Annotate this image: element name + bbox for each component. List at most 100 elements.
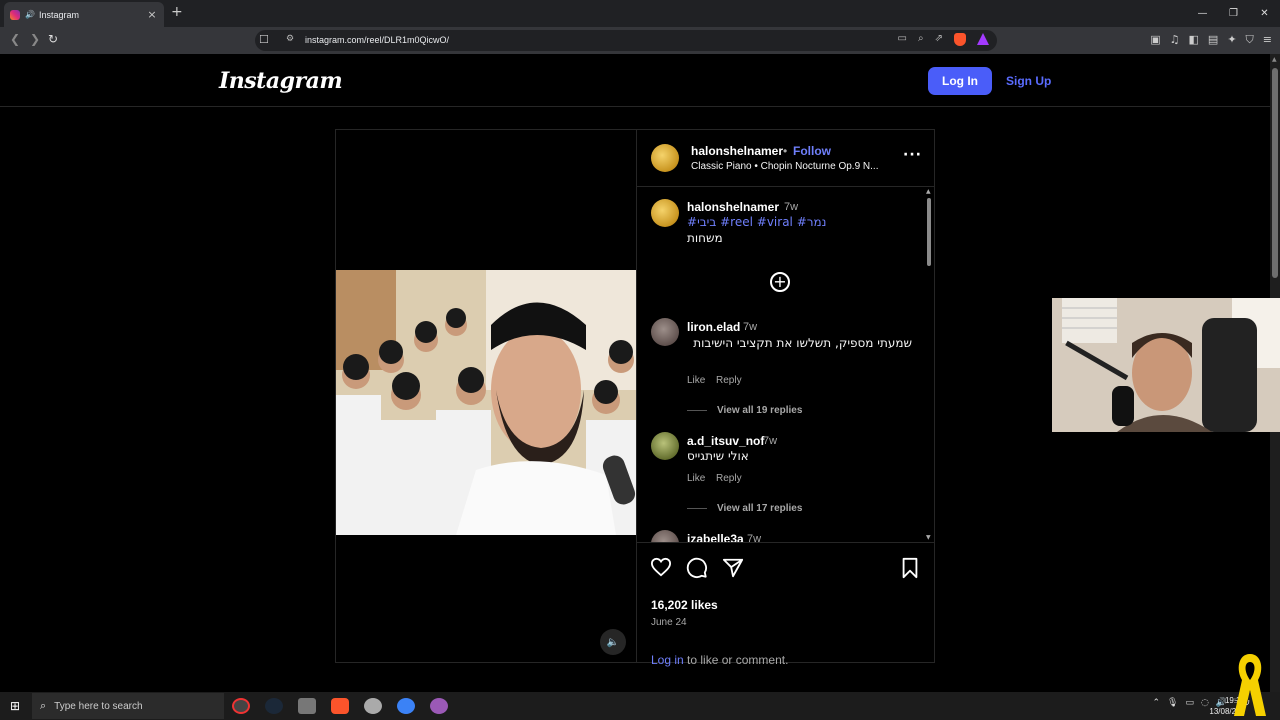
follow-button[interactable]: Follow bbox=[793, 144, 831, 158]
caption-time: 7w bbox=[784, 201, 799, 213]
speaker-icon[interactable]: 🔊 bbox=[25, 10, 35, 19]
comment-avatar[interactable] bbox=[651, 318, 679, 346]
media-icon[interactable]: ♫ bbox=[1170, 33, 1180, 47]
taskbar-search[interactable]: ⌕ Type here to search bbox=[32, 693, 224, 719]
author-username[interactable]: halonshelnamer bbox=[691, 144, 783, 158]
comment-time: 7w bbox=[763, 435, 778, 447]
browser-toolbar: ❮ ❯ ↻ ☐ ⚙ instagram.com/reel/DLR1m0QicwO… bbox=[0, 27, 1280, 54]
comment-avatar[interactable] bbox=[651, 432, 679, 460]
app-icon[interactable] bbox=[364, 698, 382, 714]
comment-icon[interactable] bbox=[686, 557, 708, 579]
view-replies-button[interactable]: View all 17 replies bbox=[717, 503, 802, 514]
comment-like-button[interactable]: Like bbox=[687, 375, 705, 386]
steam-app-icon[interactable] bbox=[265, 698, 283, 714]
load-more-comments-icon[interactable]: + bbox=[770, 272, 790, 292]
post-header: halonshelnamer • Follow Classic Piano • … bbox=[637, 130, 935, 187]
windows-start-icon[interactable]: ⊞ bbox=[10, 699, 20, 713]
menu-icon[interactable]: ≡ bbox=[1263, 33, 1272, 47]
share-icon[interactable] bbox=[722, 557, 744, 579]
bookmark-icon[interactable] bbox=[900, 557, 920, 579]
network-icon[interactable]: ◌ bbox=[1201, 698, 1209, 708]
scroll-down-arrow-icon[interactable]: ▼ bbox=[926, 534, 931, 541]
site-info-icon[interactable]: ⚙ bbox=[286, 34, 294, 44]
share-icon[interactable]: ⇗ bbox=[935, 33, 943, 46]
page-scroll-thumb[interactable] bbox=[1272, 68, 1278, 278]
replies-divider bbox=[687, 410, 707, 411]
search-icon: ⌕ bbox=[40, 699, 47, 712]
bookmark-icon[interactable]: ☐ bbox=[259, 33, 269, 46]
audio-track[interactable]: Classic Piano • Chopin Nocturne Op.9 N..… bbox=[691, 161, 891, 172]
comment-text: שמעתי מספיק, תשלשו את תקציבי הישיבות bbox=[693, 336, 912, 350]
discord-app-icon[interactable] bbox=[430, 698, 448, 714]
comment-text: אולי שיתגייס bbox=[687, 449, 749, 463]
comments-scroll-thumb[interactable] bbox=[927, 198, 931, 266]
zoom-icon[interactable]: ⌕ bbox=[918, 33, 924, 46]
likes-count[interactable]: 16,202 likes bbox=[651, 598, 718, 612]
page-scroll-up-icon[interactable]: ▲ bbox=[1272, 56, 1277, 63]
app-icon[interactable] bbox=[298, 698, 316, 714]
author-avatar[interactable] bbox=[651, 144, 679, 172]
reload-button[interactable]: ↻ bbox=[48, 32, 58, 46]
login-prompt-text: to like or comment. bbox=[683, 653, 789, 667]
url-text[interactable]: instagram.com/reel/DLR1m0QicwO/ bbox=[305, 35, 449, 45]
heart-icon[interactable] bbox=[650, 557, 672, 577]
microphone-icon[interactable]: 🎙 bbox=[1167, 698, 1178, 708]
video-frame[interactable] bbox=[336, 270, 636, 535]
webcam-overlay bbox=[1052, 298, 1280, 432]
comment-username[interactable]: izabelle3a bbox=[687, 532, 744, 542]
comment-reply-button[interactable]: Reply bbox=[716, 473, 742, 484]
cast-icon[interactable]: ▭ bbox=[898, 33, 907, 46]
caption-avatar[interactable] bbox=[651, 199, 679, 227]
post-side-panel: halonshelnamer • Follow Classic Piano • … bbox=[636, 130, 935, 667]
separator-dot: • bbox=[783, 144, 788, 158]
wallet-icon[interactable]: ▤ bbox=[1208, 33, 1218, 47]
comments-scrollbar[interactable]: ▲ ▼ bbox=[925, 188, 933, 542]
comment-reply-button[interactable]: Reply bbox=[716, 375, 742, 386]
minimize-button[interactable]: — bbox=[1187, 0, 1218, 27]
address-bar[interactable]: ☐ ⚙ instagram.com/reel/DLR1m0QicwO/ ▭ ⌕ … bbox=[255, 30, 997, 51]
forward-button[interactable]: ❯ bbox=[30, 32, 40, 46]
brave-rewards-icon[interactable] bbox=[977, 33, 989, 45]
window-controls: — ❐ ✕ bbox=[1187, 0, 1280, 27]
login-button[interactable]: Log In bbox=[928, 67, 992, 95]
tab-title: Instagram bbox=[38, 9, 79, 20]
display-icon[interactable]: ▭ bbox=[1185, 698, 1194, 708]
yellow-ribbon-icon bbox=[1234, 654, 1266, 716]
comment-avatar[interactable] bbox=[651, 530, 679, 542]
view-replies-button[interactable]: View all 19 replies bbox=[717, 405, 802, 416]
caption-text: משחות bbox=[687, 231, 723, 245]
comment-like-button[interactable]: Like bbox=[687, 473, 705, 484]
back-button[interactable]: ❮ bbox=[10, 32, 20, 46]
brave-shield-icon[interactable] bbox=[954, 33, 966, 46]
comment-username[interactable]: liron.elad bbox=[687, 320, 740, 334]
leo-ai-icon[interactable]: ✦ bbox=[1227, 33, 1236, 47]
comments-list[interactable]: halonshelnamer 7w #ביבי #reel #viral #נמ… bbox=[637, 188, 935, 542]
sidebar-icon[interactable]: ◧ bbox=[1189, 33, 1199, 47]
login-link[interactable]: Log in bbox=[651, 653, 684, 667]
comment-time: 7w bbox=[743, 321, 758, 333]
more-options-icon[interactable]: ··· bbox=[903, 147, 922, 163]
obs-app-icon[interactable] bbox=[232, 698, 250, 714]
new-tab-button[interactable]: + bbox=[171, 4, 183, 20]
brave-app-icon[interactable] bbox=[331, 698, 349, 714]
ig-header: Instagram Log In Sign Up bbox=[0, 54, 1270, 107]
signup-link[interactable]: Sign Up bbox=[1006, 74, 1051, 88]
scroll-up-arrow-icon[interactable]: ▲ bbox=[926, 188, 931, 195]
app-icon[interactable] bbox=[397, 698, 415, 714]
post-date: June 24 bbox=[651, 617, 687, 628]
tray-chevron-icon[interactable]: ⌃ bbox=[1153, 698, 1161, 708]
tab-instagram[interactable]: 🔊 Instagram × bbox=[4, 2, 164, 27]
tab-search-icon[interactable]: ▣ bbox=[1150, 33, 1160, 47]
mute-toggle-icon[interactable]: 🔈 bbox=[600, 629, 626, 655]
close-window-button[interactable]: ✕ bbox=[1249, 0, 1280, 27]
caption-hashtags[interactable]: #ביבי #reel #viral #נמר bbox=[687, 215, 826, 229]
instagram-logo[interactable]: Instagram bbox=[219, 68, 343, 94]
close-tab-icon[interactable]: × bbox=[146, 8, 158, 21]
vpn-shield-icon[interactable]: ⛉ bbox=[1246, 33, 1254, 47]
caption-username[interactable]: halonshelnamer bbox=[687, 200, 779, 214]
taskbar-search-placeholder[interactable]: Type here to search bbox=[54, 701, 142, 712]
comment-username[interactable]: a.d_itsuv_nof bbox=[687, 434, 764, 448]
reel-video[interactable]: 🔈 bbox=[336, 130, 636, 662]
restore-button[interactable]: ❐ bbox=[1218, 0, 1249, 27]
replies-divider bbox=[687, 508, 707, 509]
